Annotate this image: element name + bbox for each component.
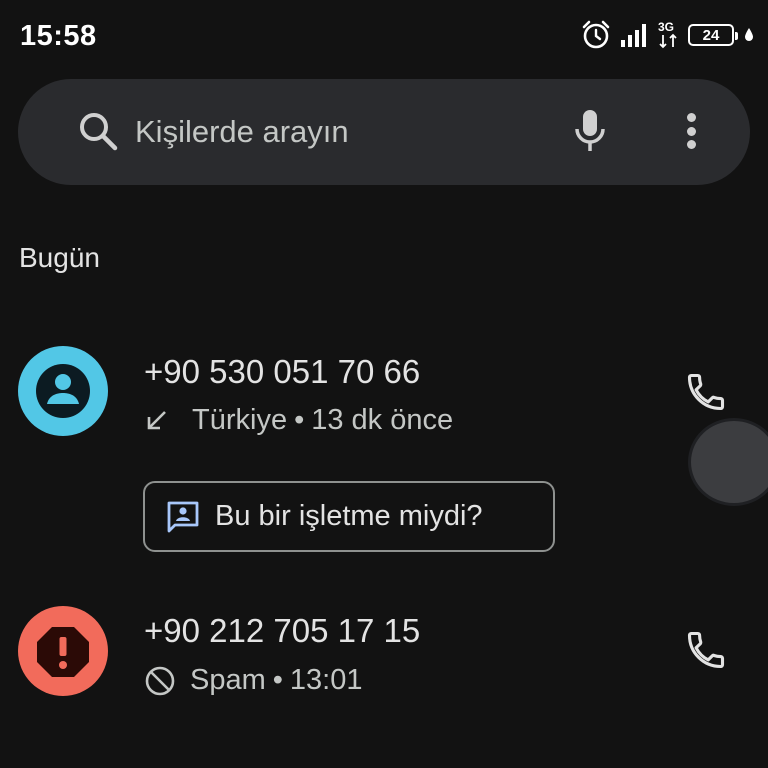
search-input[interactable]: Kişilerde arayın (135, 114, 349, 150)
mic-icon[interactable] (570, 107, 610, 155)
call-location: Spam (190, 664, 266, 696)
signal-icon (621, 24, 646, 47)
alarm-icon (582, 20, 610, 49)
phone-call-icon[interactable] (684, 370, 728, 414)
person-icon (36, 364, 90, 418)
blocked-icon (145, 666, 175, 695)
business-feedback-chip[interactable]: Bu bir işletme miydi? (143, 481, 555, 552)
call-log-item[interactable]: +90 212 705 17 15 Spam • 13:01 (0, 600, 768, 710)
status-bar: 15:58 3G 24 (0, 0, 768, 72)
call-time: 13:01 (289, 664, 363, 696)
charging-icon (745, 28, 753, 41)
network-3g-icon: 3G (658, 20, 677, 49)
caller-number: +90 530 051 70 66 (144, 353, 421, 390)
search-bar[interactable]: Kişilerde arayın (18, 79, 750, 185)
meta-separator: • (272, 664, 283, 696)
call-location: Türkiye (192, 404, 288, 436)
avatar[interactable] (18, 606, 108, 696)
more-vert-icon[interactable] (678, 109, 704, 153)
chip-label: Bu bir işletme miydi? (215, 500, 483, 532)
avatar[interactable] (18, 346, 108, 436)
network-type-label: 3G (658, 20, 674, 34)
caller-number: +90 212 705 17 15 (144, 612, 421, 649)
business-feedback-icon (167, 501, 199, 532)
section-header-today: Bugün (19, 242, 100, 273)
battery-icon: 24 (688, 24, 738, 46)
battery-level: 24 (702, 26, 720, 44)
meta-separator: • (294, 404, 305, 436)
spam-warning-icon (37, 627, 89, 677)
status-time: 15:58 (20, 20, 97, 52)
call-details: Spam • 13:01 (144, 664, 363, 697)
phone-call-icon[interactable] (684, 628, 728, 672)
call-time: 13 dk önce (311, 404, 454, 436)
call-details: Türkiye • 13 dk önce (144, 404, 453, 437)
status-icons: 3G 24 (580, 18, 754, 52)
incoming-call-arrow-icon (147, 410, 166, 429)
search-icon[interactable] (76, 109, 120, 153)
